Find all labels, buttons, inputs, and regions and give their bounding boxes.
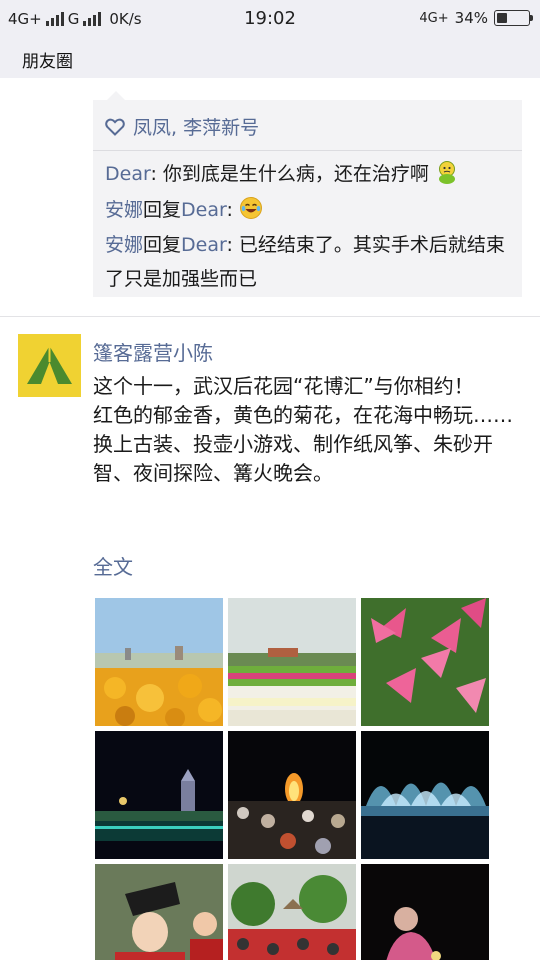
battery-icon [494,10,533,26]
battery-percent: 34% [454,9,488,27]
laugh-tears-emoji [239,197,262,219]
status-right: 4G+ 34% [419,9,533,27]
post-divider [0,316,540,317]
likes-row[interactable]: 凤凤, 李萍新号 [105,113,259,140]
full-text-link[interactable]: 全文 [93,551,133,580]
comment-author[interactable]: Dear [105,163,150,185]
status-bar: 4G+ G 0K/s 19:02 4G+ 34% [0,0,540,38]
yellow-lily-field-photo[interactable] [95,598,223,726]
comment-author[interactable]: 安娜 [105,199,143,221]
reply-word: 回复 [143,234,182,256]
likes-divider [93,150,522,151]
comment-author[interactable]: 安娜 [105,234,143,256]
pink-lily-photo[interactable] [361,598,489,726]
comment-3[interactable]: 安娜回复Dear: 已经结束了。其实手术后就结束了只是加强些而已 [105,228,515,296]
green-face-emoji [438,161,455,184]
page-title: 朋友圈 [22,52,73,72]
photo-grid [95,598,490,960]
header: 朋友圈 [0,38,540,78]
post-text-line: 换上古装、投壶小游戏、制作纸风筝、朱砂开智、夜间探险、篝火晚会。 [93,432,493,485]
post-text-line: 这个十一，武汉后花园“花博汇”与你相约！ [93,374,474,398]
night-castle-photo[interactable] [95,731,223,859]
reply-word: 回复 [143,199,182,221]
crowd-under-trees-photo[interactable] [228,864,356,960]
comment-text: : [226,199,239,221]
comment-text: : 你到底是生什么病，还在治疗啊 [150,163,429,185]
flower-garden-photo[interactable] [228,598,356,726]
comment-2[interactable]: 安娜回复Dear: [105,193,515,227]
likes-names[interactable]: 凤凤, 李萍新号 [133,113,259,140]
reply-target[interactable]: Dear [181,234,226,256]
night-girl-photo[interactable] [361,864,489,960]
reply-target[interactable]: Dear [181,199,226,221]
comment-1[interactable]: Dear: 你到底是生什么病，还在治疗啊 [105,157,515,191]
fountain-show-photo[interactable] [361,731,489,859]
bonfire-crowd-photo[interactable] [228,731,356,859]
heart-icon [105,118,125,136]
battery-fill [497,13,508,23]
likes-comments-box: 凤凤, 李萍新号 Dear: 你到底是生什么病，还在治疗啊 安娜回复Dear: … [93,91,522,297]
avatar[interactable] [18,334,81,397]
network-type-3: 4G+ [419,10,449,26]
post-author[interactable]: 篷客露营小陈 [93,337,213,366]
post-text-line: 红色的郁金香，黄色的菊花，在花海中畅玩…… [93,403,513,427]
tent-logo-icon [27,346,72,384]
post-text: 这个十一，武汉后花园“花博汇”与你相约！ 红色的郁金香，黄色的菊花，在花海中畅玩… [93,372,513,488]
child-costume-photo[interactable] [95,864,223,960]
